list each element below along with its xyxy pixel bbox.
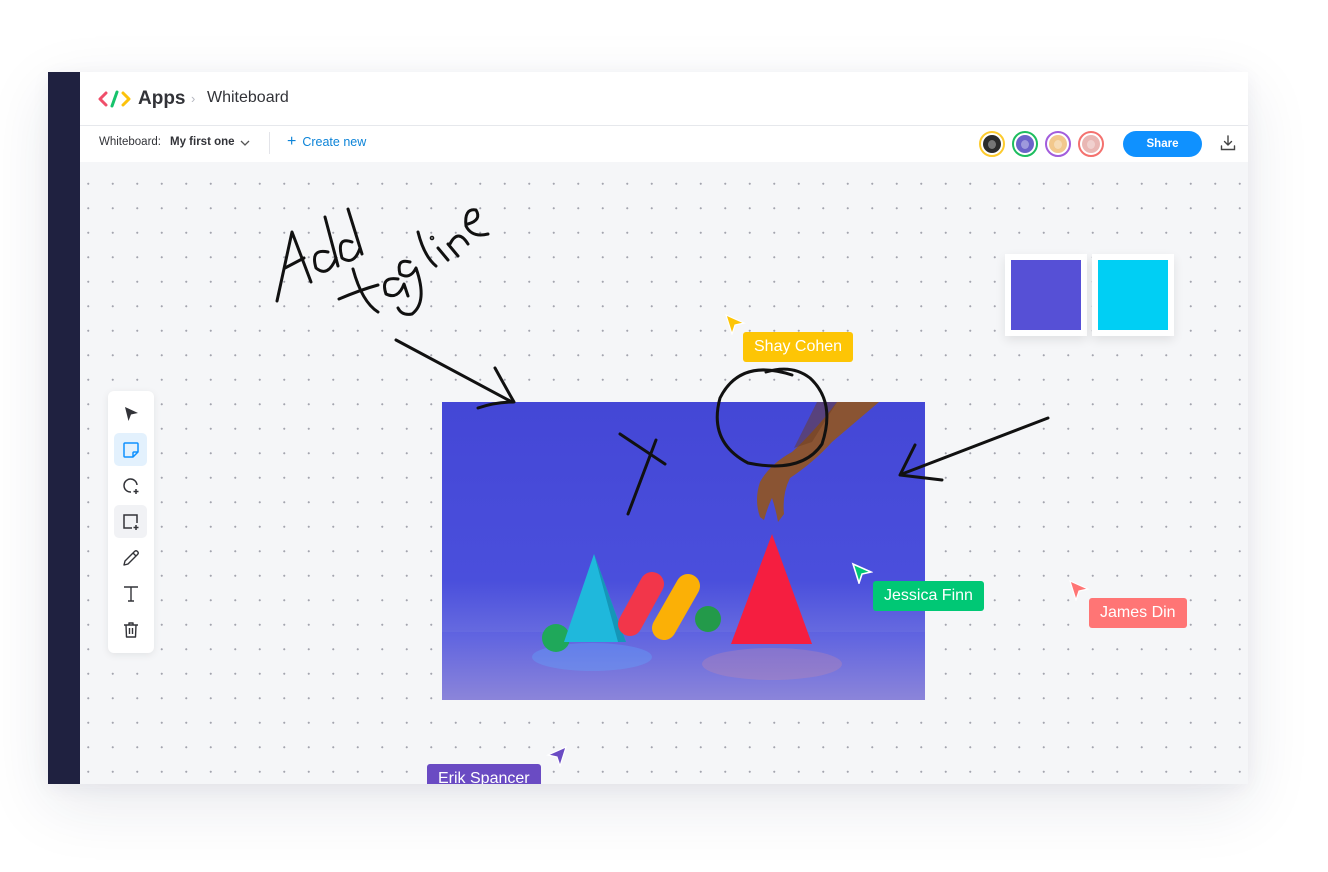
avatar-photo [1049, 135, 1067, 153]
pointer-icon [124, 406, 138, 421]
color-swatch-card[interactable] [1005, 254, 1087, 336]
cursor-arrow-shay [725, 313, 746, 335]
drawing-toolbar [108, 391, 154, 653]
collaborator-avatars [979, 131, 1104, 157]
tool-sticky-note[interactable] [114, 433, 147, 466]
avatar-photo [1016, 135, 1034, 153]
avatar-photo [1082, 135, 1100, 153]
tool-circle[interactable] [114, 469, 147, 502]
rectangle-add-icon [122, 513, 138, 530]
color-swatch-cyan [1098, 260, 1168, 330]
avatar[interactable] [1012, 131, 1038, 157]
chevron-down-icon[interactable] [239, 137, 251, 149]
board-image[interactable] [442, 402, 925, 700]
whiteboard-toolbar: Whiteboard: My first one + Create new Sh… [80, 126, 1248, 162]
tool-pen[interactable] [114, 541, 147, 574]
color-swatch-card[interactable] [1092, 254, 1174, 336]
divider [269, 132, 270, 154]
avatar[interactable] [1045, 131, 1071, 157]
avatar-photo [983, 135, 1001, 153]
cursor-label-erik: Erik Spancer [427, 764, 541, 784]
tool-rectangle[interactable] [114, 505, 147, 538]
cursor-arrow-james [1069, 579, 1090, 601]
trash-icon [123, 621, 138, 638]
color-swatch-indigo [1011, 260, 1081, 330]
whiteboard-label: Whiteboard: [99, 136, 162, 148]
pencil-icon [122, 549, 139, 566]
apps-logo-icon [98, 90, 131, 108]
breadcrumb-current: Whiteboard [207, 89, 289, 106]
whiteboard-selector[interactable]: My first one [170, 136, 235, 148]
cursor-label-jessica: Jessica Finn [873, 581, 984, 611]
ink-handwriting-add-tagline [275, 207, 490, 316]
ink-arrow-left-shaft [394, 338, 514, 404]
text-icon [123, 585, 138, 602]
share-button[interactable]: Share [1123, 131, 1202, 157]
cursor-arrow-erik [546, 745, 567, 767]
left-navigation-rail [48, 72, 80, 784]
sticky-note-icon [122, 441, 139, 458]
image-illustration [442, 402, 925, 700]
create-new-button[interactable]: + Create new [287, 133, 367, 150]
tool-delete[interactable] [114, 613, 147, 646]
download-icon[interactable] [1219, 134, 1237, 152]
tool-select[interactable] [114, 397, 147, 430]
whiteboard-app: Apps › Whiteboard Whiteboard: My first o… [80, 72, 1248, 784]
plus-icon: + [287, 133, 297, 150]
tool-text[interactable] [114, 577, 147, 610]
avatar[interactable] [1078, 131, 1104, 157]
create-new-label: Create new [302, 135, 367, 149]
cursor-label-james: James Din [1089, 598, 1187, 628]
cursor-arrow-jessica [851, 562, 873, 584]
avatar[interactable] [979, 131, 1005, 157]
cursor-label-shay: Shay Cohen [743, 332, 854, 362]
circle-add-icon [122, 477, 138, 494]
app-name[interactable]: Apps [138, 88, 186, 110]
breadcrumb-separator: › [191, 91, 196, 106]
top-bar: Apps › Whiteboard [80, 72, 1248, 126]
whiteboard-canvas[interactable]: Shay Cohen Jessica Finn James Din Erik S… [80, 162, 1248, 784]
